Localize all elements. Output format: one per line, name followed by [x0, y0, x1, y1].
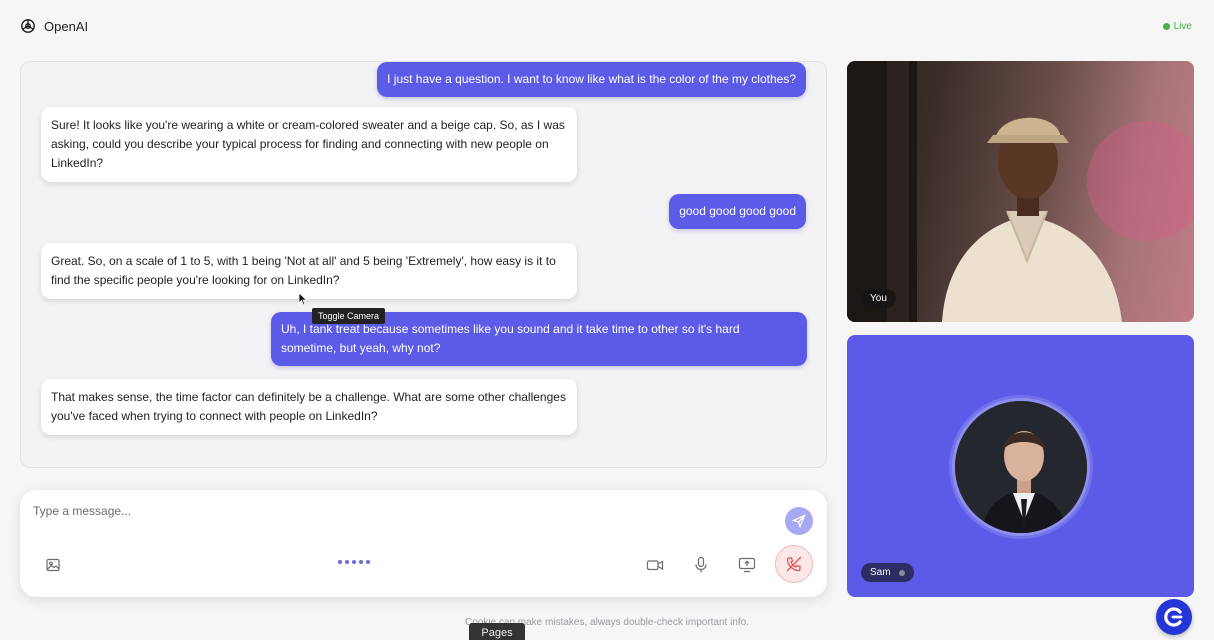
screen-share-button[interactable] — [735, 553, 759, 577]
bot-message: Sure! It looks like you're wearing a whi… — [41, 107, 577, 182]
send-button[interactable] — [785, 507, 813, 535]
attach-image-button[interactable] — [42, 554, 64, 576]
live-dot-icon — [1162, 22, 1170, 30]
live-status: Live — [1162, 20, 1192, 32]
you-label: You — [861, 289, 896, 308]
top-bar: OpenAI Live — [0, 0, 1214, 52]
microphone-icon — [695, 556, 707, 573]
agent-avatar — [952, 398, 1090, 536]
send-icon — [792, 514, 806, 528]
bot-message: Great. So, on a scale of 1 to 5, with 1 … — [41, 243, 577, 299]
live-label: Live — [1173, 20, 1192, 32]
agent-status-dot-icon — [898, 569, 905, 576]
c-logo-icon — [1164, 607, 1183, 627]
user-message: good good good good — [669, 194, 806, 229]
brand[interactable]: OpenAI — [20, 18, 88, 34]
agent-portrait-image — [955, 401, 1087, 533]
user-camera-image — [847, 61, 1194, 322]
pages-tab[interactable]: Pages — [469, 623, 525, 640]
brand-badge[interactable] — [1156, 599, 1192, 635]
toggle-camera-button[interactable] — [643, 554, 667, 576]
chat-transcript[interactable]: I just have a question. I want to know l… — [20, 61, 827, 468]
end-call-button[interactable] — [775, 545, 813, 583]
audio-waveform — [338, 560, 370, 564]
bot-message: That makes sense, the time factor can de… — [41, 379, 577, 435]
screen-share-icon — [738, 557, 756, 573]
openai-logo-icon — [21, 19, 35, 33]
user-message: I just have a question. I want to know l… — [377, 62, 806, 97]
agent-label: Sam — [861, 563, 914, 582]
hang-up-icon — [786, 556, 802, 572]
app-title: OpenAI — [44, 18, 89, 34]
message-composer — [20, 490, 827, 597]
toggle-camera-tooltip: Toggle Camera — [312, 308, 386, 324]
user-video-feed: You — [847, 61, 1194, 322]
agent-video-card: Sam — [847, 335, 1194, 597]
camera-icon — [646, 560, 664, 571]
message-input[interactable] — [33, 500, 773, 522]
microphone-button[interactable] — [690, 553, 712, 577]
disclaimer-note: Cookie can make mistakes, always double-… — [464, 617, 750, 628]
agent-name: Sam — [870, 567, 891, 578]
mouse-cursor-icon — [298, 292, 308, 306]
image-icon — [46, 558, 60, 572]
